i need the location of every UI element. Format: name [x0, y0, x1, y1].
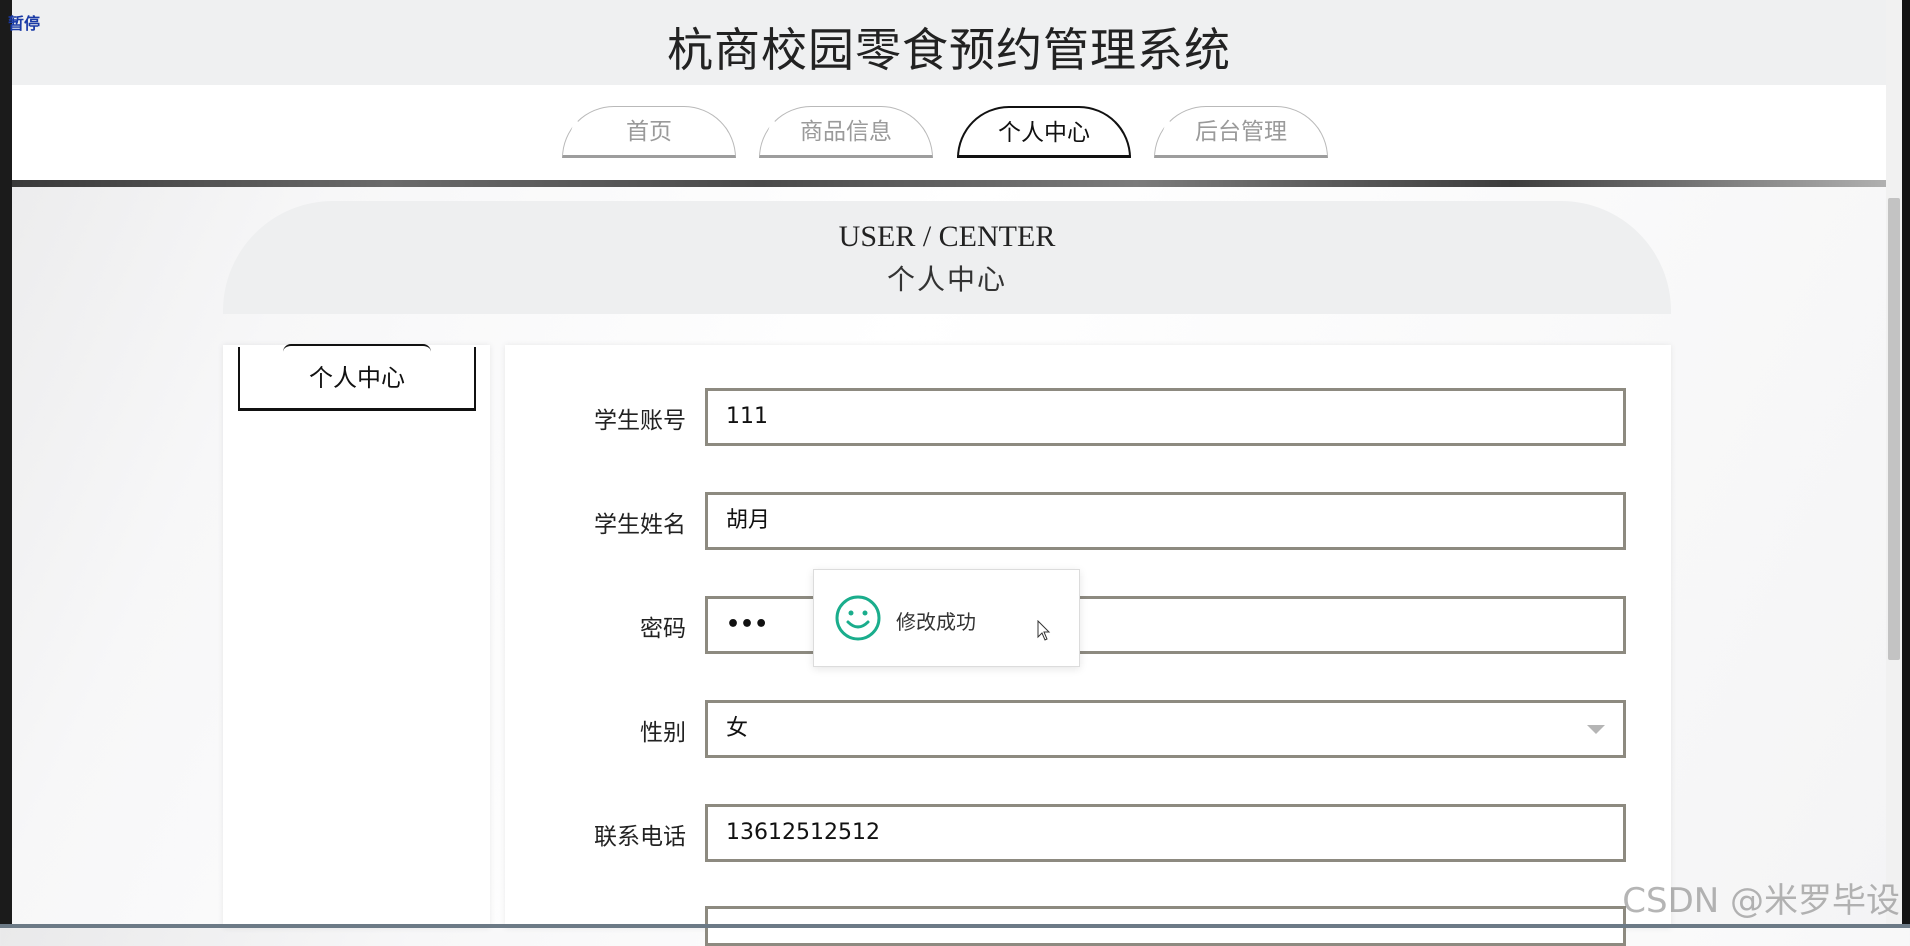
label-gender: 性别	[640, 720, 686, 746]
label-student-name: 学生姓名	[594, 512, 686, 538]
tab-products[interactable]: 商品信息	[759, 106, 933, 158]
label-student-account: 学生账号	[594, 408, 686, 434]
window-right-edge	[1902, 0, 1910, 928]
label-password: 密码	[640, 616, 686, 642]
page-title-cn: 个人中心	[886, 263, 1007, 296]
student-account-input[interactable]: 111	[705, 388, 1626, 446]
site-title: 杭商校园零食预约管理系统	[667, 23, 1231, 77]
window-left-edge	[0, 0, 12, 928]
gender-select[interactable]: 女	[705, 700, 1626, 758]
tab-user-center[interactable]: 个人中心	[957, 106, 1131, 158]
student-name-input[interactable]: 胡月	[705, 492, 1626, 550]
phone-input[interactable]: 13612512512	[705, 804, 1626, 862]
sidebar-item-user-center[interactable]: 个人中心	[238, 347, 476, 411]
watermark: CSDN @米罗毕设	[1622, 881, 1900, 921]
success-toast: 修改成功	[813, 569, 1080, 667]
mouse-cursor-icon	[1037, 620, 1051, 641]
hero-banner-strip	[12, 180, 1886, 187]
sidebar-panel	[223, 345, 490, 928]
gender-select-value: 女	[726, 716, 749, 741]
taskbar-edge	[0, 924, 1910, 928]
label-phone: 联系电话	[594, 824, 686, 850]
pause-label[interactable]: 暂停	[8, 10, 40, 34]
chevron-down-icon	[1587, 725, 1605, 734]
nav-bar	[12, 85, 1886, 180]
smile-icon	[835, 595, 881, 641]
tab-admin[interactable]: 后台管理	[1154, 106, 1328, 158]
page-title-en: USER / CENTER	[838, 220, 1056, 253]
toast-message: 修改成功	[896, 610, 976, 634]
scrollbar-thumb[interactable]	[1888, 198, 1900, 660]
tab-home[interactable]: 首页	[562, 106, 736, 158]
